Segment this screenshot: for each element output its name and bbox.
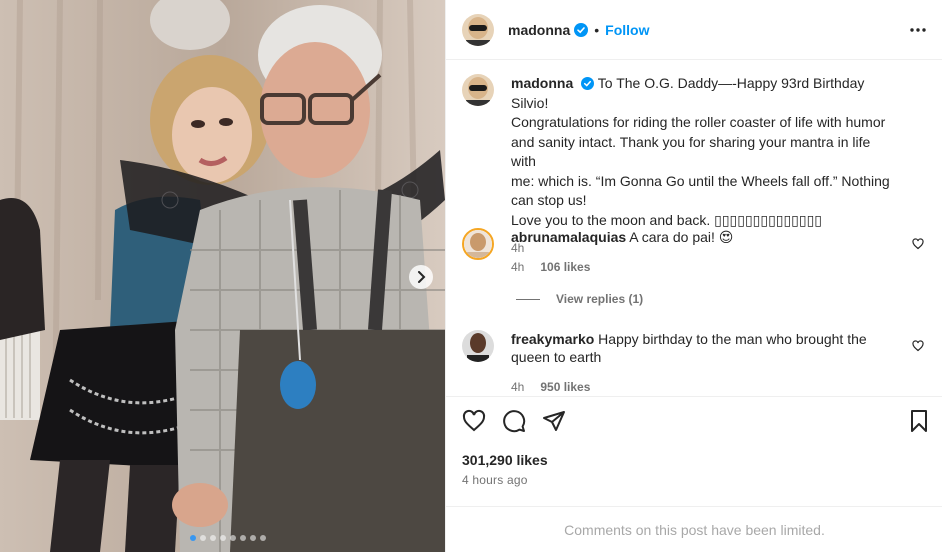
follow-button[interactable]: Follow (605, 22, 649, 38)
likes-count[interactable]: 301,290 likes (462, 452, 548, 468)
carousel-dot (200, 535, 206, 541)
comment-text: A cara do pai! 😍 (629, 229, 734, 245)
comment-avatar[interactable] (462, 330, 494, 362)
comment-time[interactable]: 4h (511, 378, 524, 396)
carousel-indicator (190, 535, 266, 541)
verified-badge-icon (581, 77, 595, 90)
comment-likes[interactable]: 106 likes (540, 258, 590, 276)
carousel-dot (240, 535, 246, 541)
post-actions: 301,290 likes 4 hours ago (446, 396, 942, 506)
verified-badge-icon (574, 22, 589, 37)
comment-item: abrunamalaquias A cara do pai! 😍 4h 106 … (462, 228, 932, 276)
header-separator: • (594, 21, 600, 38)
heart-icon[interactable] (912, 340, 924, 352)
more-options-icon[interactable] (909, 19, 927, 41)
author-avatar[interactable] (462, 13, 494, 46)
comment-item: freakymarko Happy birthday to the man wh… (462, 330, 932, 396)
comment-body: abrunamalaquias A cara do pai! 😍 4h 106 … (511, 228, 895, 276)
post-photo (0, 0, 445, 552)
carousel-dot (220, 535, 226, 541)
post-panel: madonna • Follow madonna To The O.G. Dad… (445, 0, 942, 552)
carousel-dot (250, 535, 256, 541)
next-slide-button[interactable] (409, 265, 433, 289)
comment-likes[interactable]: 950 likes (540, 378, 590, 396)
carousel-dot (210, 535, 216, 541)
carousel-dot (230, 535, 236, 541)
carousel-dot (260, 535, 266, 541)
avatar-image (462, 74, 494, 106)
replies-divider (516, 298, 540, 300)
comment-meta: 4h 950 likes (511, 378, 895, 396)
comment-meta: 4h 106 likes (511, 258, 895, 276)
view-replies-button[interactable]: View replies (1) (516, 292, 643, 306)
action-icons (462, 409, 566, 433)
comment-time[interactable]: 4h (511, 258, 524, 276)
share-icon[interactable] (542, 409, 566, 433)
carousel-dot (190, 535, 196, 541)
heart-icon[interactable] (462, 409, 486, 433)
caption-line: and sanity intact. Thank you for sharing… (511, 133, 871, 170)
chevron-right-icon (418, 271, 426, 283)
instagram-post: madonna • Follow madonna To The O.G. Dad… (0, 0, 942, 552)
comment-username[interactable]: abrunamalaquias (511, 229, 626, 245)
avatar-image (462, 330, 494, 362)
caption-username[interactable]: madonna (511, 75, 573, 91)
view-replies-label: View replies (1) (556, 292, 644, 306)
avatar-image (464, 230, 492, 258)
caption-line: me: which is. “Im Gonna Go until the Whe… (511, 172, 890, 189)
comments-limited-notice: Comments on this post have been limited. (446, 506, 942, 552)
comment-username[interactable]: freakymarko (511, 331, 594, 347)
post-header: madonna • Follow (446, 0, 942, 60)
comments-area[interactable]: madonna To The O.G. Daddy—-Happy 93rd Bi… (446, 60, 942, 396)
caption-line: Congratulations for riding the roller co… (511, 114, 886, 130)
comment-icon[interactable] (502, 409, 526, 433)
post-timestamp[interactable]: 4 hours ago (462, 473, 528, 487)
caption-avatar[interactable] (462, 74, 494, 106)
avatar-image (462, 13, 494, 46)
bookmark-icon[interactable] (907, 409, 931, 433)
comment-body: freakymarko Happy birthday to the man wh… (511, 330, 895, 396)
post-media[interactable] (0, 0, 445, 552)
heart-icon[interactable] (912, 238, 924, 250)
caption-line: can stop us! (511, 192, 587, 208)
author-username[interactable]: madonna (508, 22, 570, 38)
comment-avatar[interactable] (462, 228, 494, 260)
